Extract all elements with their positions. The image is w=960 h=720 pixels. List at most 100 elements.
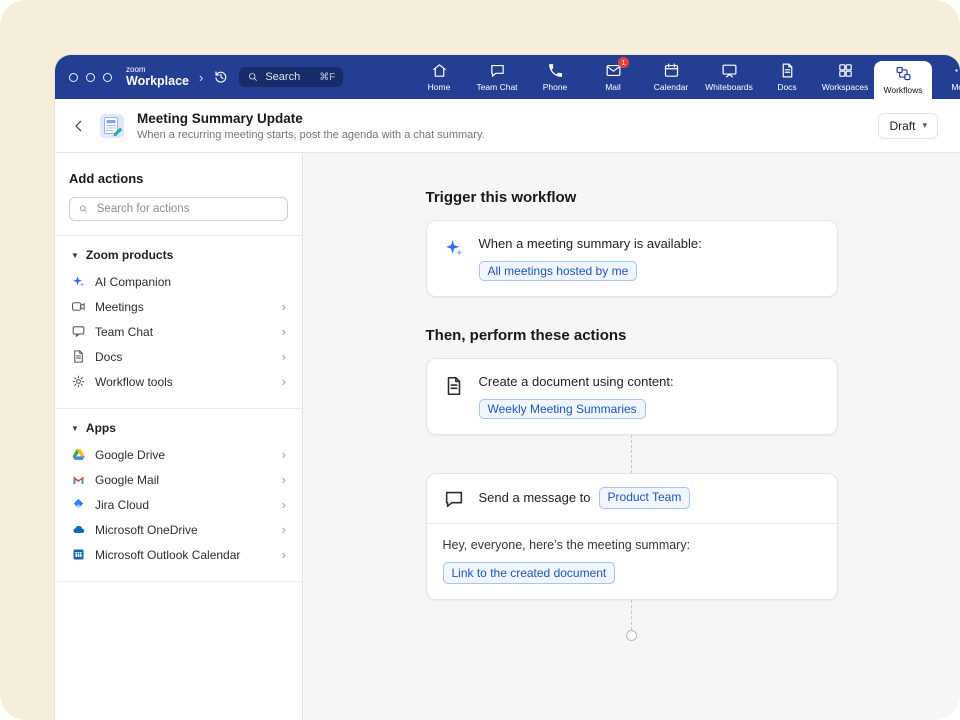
sidebar-item-meetings[interactable]: Meetings › bbox=[69, 294, 288, 319]
connector-line bbox=[631, 600, 632, 630]
meetings-icon bbox=[71, 299, 86, 314]
workflow-header: Meeting Summary Update When a recurring … bbox=[55, 99, 960, 153]
trigger-text: When a meeting summary is available: bbox=[479, 236, 702, 253]
sidebar-item-label: AI Companion bbox=[95, 275, 171, 289]
nav-tab-mail[interactable]: 1 Mail bbox=[584, 55, 642, 99]
navbar-left: zoom Workplace › Search ⌘F bbox=[55, 55, 410, 99]
docs-icon bbox=[71, 349, 86, 364]
app-window: zoom Workplace › Search ⌘F Home bbox=[55, 55, 960, 720]
nav-tab-label: More bbox=[951, 82, 960, 92]
sidebar-item-ai-companion[interactable]: AI Companion bbox=[69, 269, 288, 294]
back-button[interactable] bbox=[71, 118, 87, 134]
section-label: Zoom products bbox=[86, 248, 173, 262]
history-button[interactable] bbox=[213, 69, 229, 85]
global-search-button[interactable]: Search ⌘F bbox=[239, 67, 343, 87]
jira-icon bbox=[71, 497, 86, 512]
sidebar-item-microsoft-outlook-calendar[interactable]: Microsoft Outlook Calendar › bbox=[69, 542, 288, 567]
nav-tab-label: Workspaces bbox=[822, 82, 869, 92]
whiteboard-icon bbox=[721, 62, 738, 79]
nav-tab-home[interactable]: Home bbox=[410, 55, 468, 99]
window-control-dot[interactable] bbox=[103, 73, 112, 82]
chevron-left-icon bbox=[71, 118, 87, 134]
sidebar-item-docs[interactable]: Docs › bbox=[69, 344, 288, 369]
sidebar-item-google-drive[interactable]: Google Drive › bbox=[69, 442, 288, 467]
search-label: Search bbox=[265, 71, 300, 83]
search-actions-input[interactable] bbox=[95, 202, 279, 216]
trigger-scope-chip[interactable]: All meetings hosted by me bbox=[479, 261, 638, 281]
send-message-text: Send a message to bbox=[479, 490, 591, 507]
search-icon bbox=[78, 203, 89, 215]
sidebar-item-label: Microsoft Outlook Calendar bbox=[95, 548, 240, 562]
search-shortcut: ⌘F bbox=[319, 72, 335, 83]
onedrive-icon bbox=[71, 522, 86, 537]
sidebar-item-label: Jira Cloud bbox=[95, 498, 149, 512]
chat-icon bbox=[71, 324, 86, 339]
workflow-end-node[interactable] bbox=[626, 630, 637, 641]
window-controls bbox=[69, 73, 112, 82]
chevron-right-icon: › bbox=[282, 325, 286, 338]
chevron-right-icon: › bbox=[282, 300, 286, 313]
trigger-card[interactable]: When a meeting summary is available: All… bbox=[426, 220, 838, 297]
sidebar-item-jira-cloud[interactable]: Jira Cloud › bbox=[69, 492, 288, 517]
document-content-chip[interactable]: Weekly Meeting Summaries bbox=[479, 399, 646, 419]
desktop-background: zoom Workplace › Search ⌘F Home bbox=[0, 0, 960, 720]
chevron-right-icon: › bbox=[282, 375, 286, 388]
recipient-chip[interactable]: Product Team bbox=[599, 487, 691, 509]
chevron-right-icon: › bbox=[282, 448, 286, 461]
sidebar-item-microsoft-onedrive[interactable]: Microsoft OneDrive › bbox=[69, 517, 288, 542]
sidebar-item-workflow-tools[interactable]: Workflow tools › bbox=[69, 369, 288, 394]
workflow-title-block: Meeting Summary Update When a recurring … bbox=[137, 111, 866, 141]
section-header-zoom-products[interactable]: ▼ Zoom products bbox=[69, 236, 288, 269]
chevron-right-icon: › bbox=[282, 350, 286, 363]
trigger-heading: Trigger this workflow bbox=[426, 189, 838, 206]
page-subtitle: When a recurring meeting starts, post th… bbox=[137, 129, 866, 141]
window-control-dot[interactable] bbox=[86, 73, 95, 82]
chevron-right-icon[interactable]: › bbox=[199, 70, 203, 85]
status-badge: Draft bbox=[889, 119, 915, 133]
connector-line bbox=[631, 435, 632, 473]
spacer bbox=[426, 297, 838, 327]
sidebar-item-label: Meetings bbox=[95, 300, 144, 314]
add-actions-sidebar: Add actions ▼ Zoom products AI Companion… bbox=[55, 153, 303, 720]
section-header-apps[interactable]: ▼ Apps bbox=[69, 409, 288, 442]
sidebar-item-label: Google Drive bbox=[95, 448, 165, 462]
workspaces-icon bbox=[837, 62, 854, 79]
create-document-card[interactable]: Create a document using content: Weekly … bbox=[426, 358, 838, 435]
caret-down-icon: ▼ bbox=[71, 251, 79, 260]
logo-zoom-text: zoom bbox=[126, 66, 189, 74]
nav-tab-whiteboards[interactable]: Whiteboards bbox=[700, 55, 758, 99]
nav-tab-docs[interactable]: Docs bbox=[758, 55, 816, 99]
document-icon bbox=[443, 375, 465, 397]
status-dropdown[interactable]: Draft ▾ bbox=[878, 113, 938, 139]
calendar-icon bbox=[663, 62, 680, 79]
nav-tab-label: Whiteboards bbox=[705, 82, 753, 92]
workflow-thumbnail-icon bbox=[99, 113, 125, 139]
nav-tab-phone[interactable]: Phone bbox=[526, 55, 584, 99]
more-icon bbox=[953, 62, 960, 79]
window-control-dot[interactable] bbox=[69, 73, 78, 82]
sidebar-item-label: Google Mail bbox=[95, 473, 159, 487]
nav-tab-more[interactable]: More bbox=[932, 55, 960, 99]
home-icon bbox=[431, 62, 448, 79]
search-icon bbox=[247, 71, 259, 83]
workflow-canvas: Trigger this workflow When a meeting sum… bbox=[303, 153, 960, 720]
workflows-icon bbox=[895, 65, 912, 82]
nav-tab-team-chat[interactable]: Team Chat bbox=[468, 55, 526, 99]
sidebar-item-team-chat[interactable]: Team Chat › bbox=[69, 319, 288, 344]
gmail-icon bbox=[71, 472, 86, 487]
sidebar-item-google-mail[interactable]: Google Mail › bbox=[69, 467, 288, 492]
document-link-chip[interactable]: Link to the created document bbox=[443, 562, 616, 584]
nav-tab-workflows[interactable]: Workflows bbox=[874, 61, 932, 99]
navbar-tabs: Home Team Chat Phone 1 Mail Calendar bbox=[410, 55, 960, 99]
ai-companion-icon bbox=[71, 274, 86, 289]
message-body-text: Hey, everyone, here’s the meeting summar… bbox=[443, 537, 821, 554]
nav-tab-workspaces[interactable]: Workspaces bbox=[816, 55, 874, 99]
mail-unread-badge: 1 bbox=[618, 57, 629, 68]
chat-icon bbox=[489, 62, 506, 79]
send-message-card[interactable]: Send a message to Product Team Hey, ever… bbox=[426, 473, 838, 600]
nav-tab-calendar[interactable]: Calendar bbox=[642, 55, 700, 99]
sidebar-item-label: Team Chat bbox=[95, 325, 153, 339]
phone-icon bbox=[547, 62, 564, 79]
nav-tab-label: Team Chat bbox=[476, 82, 517, 92]
message-bubble-icon bbox=[443, 488, 465, 510]
